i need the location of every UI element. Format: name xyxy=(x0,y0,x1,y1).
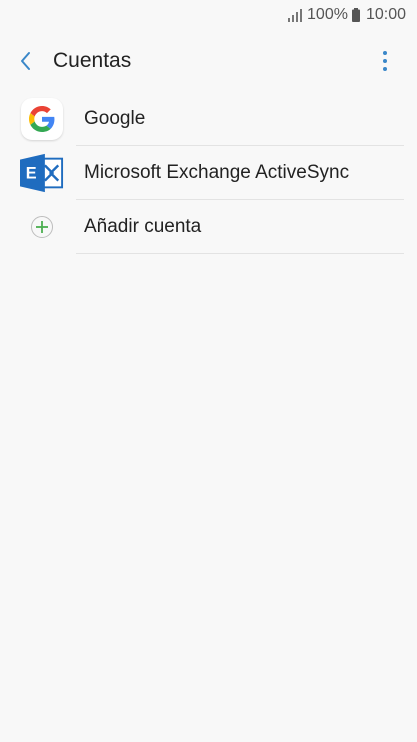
account-list: Google E Microsoft Exchange ActiveSync A… xyxy=(0,92,417,254)
account-item-exchange[interactable]: E Microsoft Exchange ActiveSync xyxy=(0,146,417,200)
account-icon-wrap xyxy=(20,205,64,249)
page-title: Cuentas xyxy=(53,49,132,72)
account-label: Microsoft Exchange ActiveSync xyxy=(84,162,350,183)
app-bar: Cuentas xyxy=(0,30,417,92)
account-label: Google xyxy=(84,108,146,129)
google-icon xyxy=(21,98,63,140)
status-bar: 100% 10:00 xyxy=(0,0,417,30)
clock: 10:00 xyxy=(365,6,406,23)
add-account-label: Añadir cuenta xyxy=(84,216,202,237)
account-icon-wrap xyxy=(20,97,64,141)
divider xyxy=(76,253,404,254)
add-circle-icon xyxy=(31,216,53,238)
account-icon-wrap: E xyxy=(20,151,64,195)
battery-percent: 100% xyxy=(307,6,348,23)
signal-icon xyxy=(288,9,303,22)
svg-text:E: E xyxy=(26,165,37,183)
more-vert-icon xyxy=(383,51,387,55)
chevron-left-icon xyxy=(21,52,30,70)
more-options-button[interactable] xyxy=(373,46,397,76)
back-button[interactable] xyxy=(1,36,51,86)
battery-icon xyxy=(351,8,360,22)
accounts-screen: 100% 10:00 Cuentas Google E Microsoft Ex… xyxy=(0,0,417,742)
account-item-google[interactable]: Google xyxy=(0,92,417,146)
add-account-button[interactable]: Añadir cuenta xyxy=(0,200,417,254)
exchange-icon: E xyxy=(20,153,64,193)
